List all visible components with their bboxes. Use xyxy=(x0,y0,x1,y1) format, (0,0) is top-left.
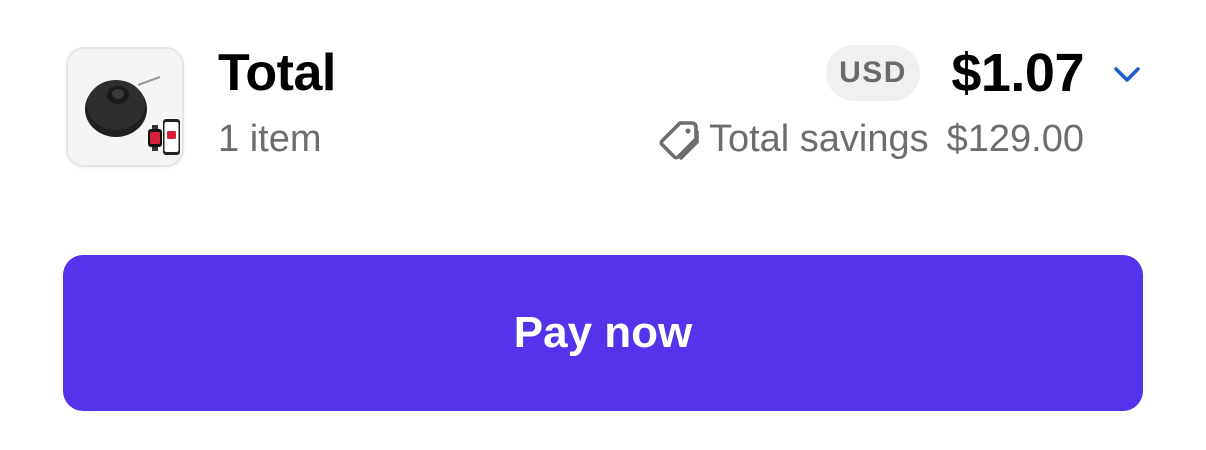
savings-row: Total savings $129.00 xyxy=(659,112,1084,166)
savings-label: Total savings xyxy=(708,118,929,160)
item-count: 1 item xyxy=(218,118,322,160)
product-thumbnail xyxy=(66,47,184,167)
currency-badge[interactable]: USD xyxy=(826,45,920,101)
order-total-title: Total xyxy=(218,44,336,102)
tag-icon xyxy=(659,121,699,160)
robot-vacuum-image xyxy=(68,49,182,165)
pay-now-button[interactable]: Pay now xyxy=(63,255,1143,411)
savings-value: $129.00 xyxy=(946,118,1084,160)
total-amount: $1.07 xyxy=(951,43,1084,103)
chevron-down-icon[interactable] xyxy=(1110,60,1144,90)
